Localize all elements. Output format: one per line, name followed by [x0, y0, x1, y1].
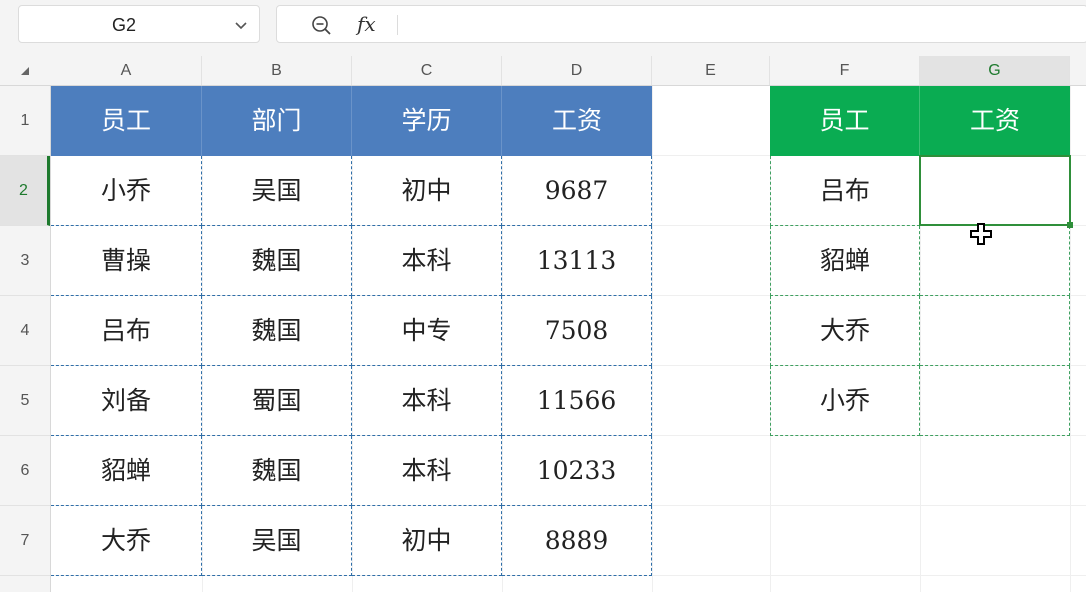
table1-cell[interactable]: 9687	[502, 156, 652, 226]
select-all-corner[interactable]	[0, 56, 51, 85]
row-header-4[interactable]: 4	[0, 296, 50, 366]
table1-header-cell[interactable]: 学历	[352, 86, 502, 156]
table1-cell[interactable]: 小乔	[51, 156, 202, 226]
formula-separator	[397, 15, 398, 35]
sheet-grid[interactable]: 员工 部门 学历 工资 小乔 吴国 初中 9687 曹操 魏国 本科 13113…	[51, 86, 1086, 592]
table1-cell[interactable]: 魏国	[202, 296, 352, 366]
table1-cell[interactable]: 貂蝉	[51, 436, 202, 506]
table1-cell[interactable]: 7508	[502, 296, 652, 366]
table2-cell[interactable]: 吕布	[770, 156, 920, 226]
table2-cell[interactable]	[920, 226, 1070, 296]
row-header-1[interactable]: 1	[0, 86, 50, 156]
table1-cell[interactable]: 蜀国	[202, 366, 352, 436]
active-cell-selection[interactable]	[919, 155, 1071, 226]
fx-label[interactable]: fx	[357, 12, 376, 36]
column-header-g[interactable]: G	[920, 56, 1070, 85]
formula-input[interactable]	[407, 6, 1086, 42]
table2-cell[interactable]	[920, 366, 1070, 436]
table1-cell[interactable]: 本科	[352, 226, 502, 296]
column-header-e[interactable]: E	[652, 56, 770, 85]
formula-bar: fx	[276, 5, 1086, 43]
column-header-b[interactable]: B	[202, 56, 352, 85]
table1-cell[interactable]: 吴国	[202, 506, 352, 576]
table1-cell[interactable]: 8889	[502, 506, 652, 576]
table1-cell[interactable]: 10233	[502, 436, 652, 506]
table1-cell[interactable]: 魏国	[202, 226, 352, 296]
table1-header-cell[interactable]: 工资	[502, 86, 652, 156]
table2-header-cell[interactable]: 工资	[920, 86, 1070, 156]
name-box[interactable]: G2	[18, 5, 260, 43]
table1-cell[interactable]: 中专	[352, 296, 502, 366]
fill-handle[interactable]	[1067, 222, 1073, 228]
column-header-d[interactable]: D	[502, 56, 652, 85]
row-header-3[interactable]: 3	[0, 226, 50, 296]
table2-cell[interactable]: 貂蝉	[770, 226, 920, 296]
select-all-icon	[21, 67, 29, 75]
table1-cell[interactable]: 本科	[352, 436, 502, 506]
row-header-5[interactable]: 5	[0, 366, 50, 436]
column-header-a[interactable]: A	[51, 56, 202, 85]
table1-cell[interactable]: 魏国	[202, 436, 352, 506]
table2-cell[interactable]: 大乔	[770, 296, 920, 366]
table1-header-cell[interactable]: 员工	[51, 86, 202, 156]
table1-cell[interactable]: 初中	[352, 156, 502, 226]
column-header-row: A B C D E F G	[0, 56, 1086, 86]
name-box-value: G2	[111, 15, 136, 35]
table1-cell[interactable]: 初中	[352, 506, 502, 576]
table2-cell[interactable]: 小乔	[770, 366, 920, 436]
chevron-down-icon[interactable]	[233, 17, 249, 33]
row-header-7[interactable]: 7	[0, 506, 50, 576]
zoom-out-icon[interactable]	[311, 15, 333, 37]
column-header-c[interactable]: C	[352, 56, 502, 85]
table1-cell[interactable]: 11566	[502, 366, 652, 436]
formula-toolbar: G2 fx	[0, 0, 1086, 56]
table2-header-cell[interactable]: 员工	[770, 86, 920, 156]
table1-cell[interactable]: 曹操	[51, 226, 202, 296]
table1-cell[interactable]: 刘备	[51, 366, 202, 436]
cell-cursor-icon	[970, 223, 992, 245]
table1-cell[interactable]: 13113	[502, 226, 652, 296]
row-header-6[interactable]: 6	[0, 436, 50, 506]
table1-cell[interactable]: 吴国	[202, 156, 352, 226]
table1-header-cell[interactable]: 部门	[202, 86, 352, 156]
table1-cell[interactable]: 本科	[352, 366, 502, 436]
table1-cell[interactable]: 大乔	[51, 506, 202, 576]
row-header-2[interactable]: 2	[0, 156, 50, 226]
table2-cell[interactable]	[920, 296, 1070, 366]
row-header-column: 1 2 3 4 5 6 7	[0, 86, 51, 592]
column-header-f[interactable]: F	[770, 56, 920, 85]
table1-cell[interactable]: 吕布	[51, 296, 202, 366]
gridline	[652, 86, 653, 592]
